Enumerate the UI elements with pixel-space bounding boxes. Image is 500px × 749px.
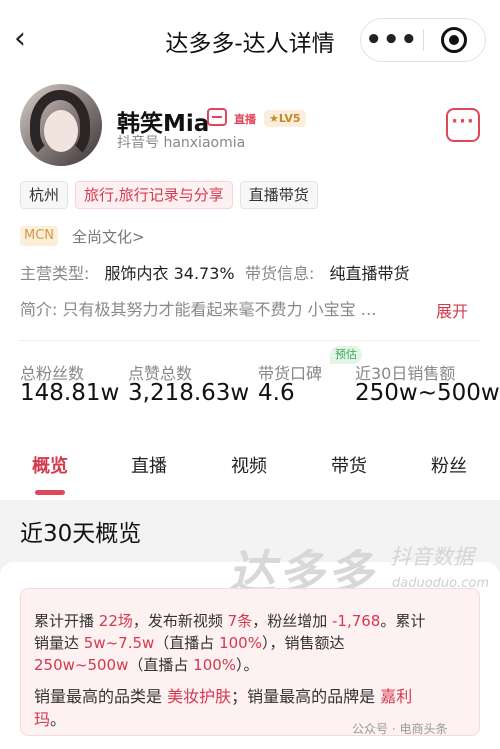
tag-list: 杭州 旅行,旅行记录与分享 直播带货 (20, 181, 318, 209)
stat-value-reputation: 4.6 (258, 380, 295, 406)
tab-indicator (35, 490, 65, 495)
summary-line-3: 250w~500w（直播占 100%）。 (34, 656, 259, 674)
tab-overview[interactable]: 概览 (32, 452, 68, 478)
mini-program-capsule: ••• (360, 18, 486, 62)
level-text: LV5 (278, 112, 301, 125)
mcn-badge: MCN (20, 226, 59, 246)
nav-bar: ‹ 达多多-达人详情 ••• (0, 0, 500, 80)
summary-line-4: 销量最高的品类是 美妆护肤；销量最高的品牌是 嘉利 (34, 687, 413, 706)
level-badge: ★LV5 (264, 110, 306, 127)
close-mini-program-button[interactable] (423, 27, 485, 53)
stat-value-likes: 3,218.63w (128, 380, 250, 406)
more-options-button[interactable]: ••• (361, 27, 423, 53)
goods-info-label: 带货信息: (245, 264, 315, 283)
tag-live-selling: 直播带货 (239, 181, 318, 209)
target-icon (441, 27, 468, 53)
summary-line-1: 累计开播 22场，发布新视频 7条，粉丝增加 -1,768。累计 (34, 612, 426, 630)
stat-value-fans: 148.81w (20, 380, 120, 406)
avatar[interactable] (20, 84, 102, 166)
tab-video[interactable]: 视频 (231, 452, 267, 478)
goods-info-value: 纯直播带货 (329, 264, 410, 283)
summary-line-5: 玛。 (34, 710, 67, 729)
tag-location: 杭州 (20, 181, 69, 209)
main-type-value: 服饰内衣 34.73% (104, 264, 235, 283)
mcn-link[interactable]: 全尚文化> (72, 226, 145, 247)
tv-icon (207, 108, 227, 126)
main-type-label: 主营类型: (20, 264, 90, 283)
profile-more-button[interactable]: ··· (446, 108, 480, 142)
watermark-side: 抖音数据 (390, 545, 474, 569)
goods-info-row: 带货信息: 纯直播带货 (245, 260, 410, 284)
summary-line-2: 销量达 5w~7.5w（直播占 100%），销售额达 (34, 634, 345, 652)
divider (20, 340, 480, 341)
tab-live[interactable]: 直播 (131, 452, 167, 478)
expand-button[interactable]: 展开 (436, 298, 468, 322)
stat-value-sales: 250w~500w (355, 380, 500, 406)
douyin-id: 抖音号 hanxiaomia (117, 135, 246, 151)
tab-goods[interactable]: 带货 (331, 452, 367, 478)
tab-fans[interactable]: 粉丝 (431, 452, 467, 478)
overview-title: 近30天概览 (20, 521, 142, 547)
tag-category: 旅行,旅行记录与分享 (75, 181, 233, 209)
intro-text: 简介: 只有极其努力才能看起来毫不费力 小宝宝 … (20, 300, 377, 319)
footer-note: 公众号 · 电商头条 (352, 722, 448, 736)
live-badge: 直播 (234, 113, 256, 126)
main-type-row: 主营类型: 服饰内衣 34.73% (20, 260, 235, 284)
